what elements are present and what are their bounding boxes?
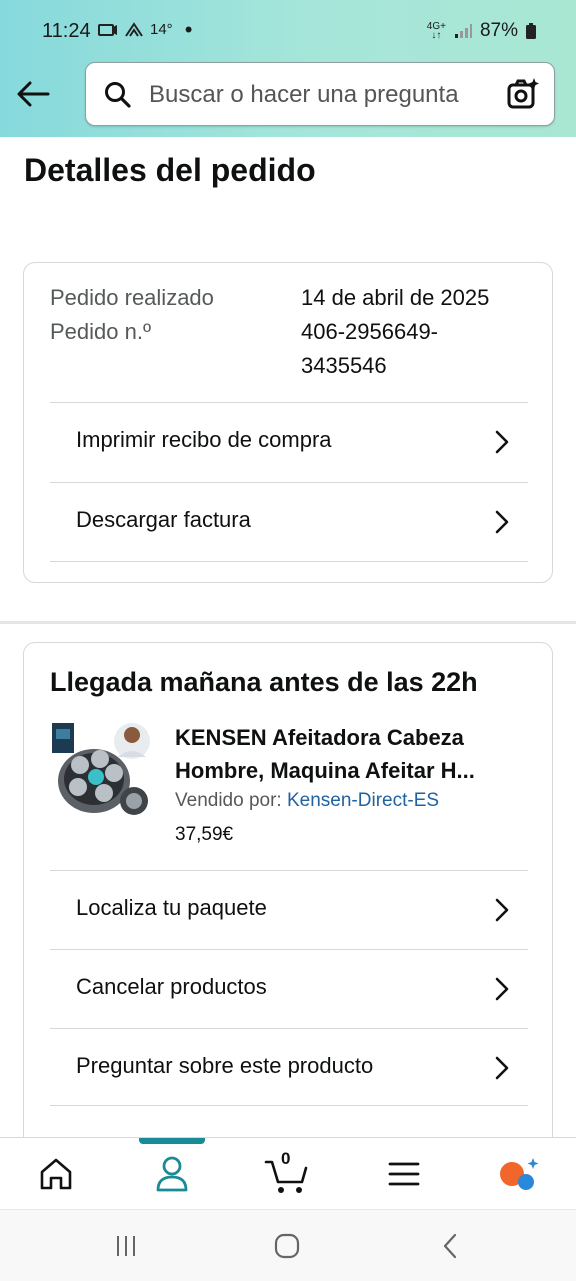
order-placed-label: Pedido realizado bbox=[50, 285, 214, 310]
order-number-value-1: 406-2956649- bbox=[301, 319, 439, 344]
order-number-value-2: 3435546 bbox=[301, 353, 387, 378]
nav-cart[interactable]: 0 bbox=[262, 1149, 312, 1196]
account-icon bbox=[156, 1156, 188, 1192]
chevron-right-icon bbox=[495, 977, 509, 1001]
status-notification-icons: 14° • bbox=[98, 16, 193, 42]
arrow-left-icon bbox=[17, 81, 50, 107]
print-receipt-link[interactable]: Imprimir recibo de compra bbox=[50, 402, 528, 480]
search-icon bbox=[105, 82, 131, 108]
sold-by-label: Vendido por: bbox=[175, 790, 282, 811]
order-values: 14 de abril de 2025 406-2956649- 3435546 bbox=[301, 281, 541, 383]
chevron-right-icon bbox=[495, 430, 509, 454]
print-receipt-label: Imprimir recibo de compra bbox=[76, 427, 332, 452]
recent-apps-icon[interactable] bbox=[112, 1232, 140, 1260]
nav-rufus[interactable] bbox=[495, 1152, 545, 1196]
back-nav-icon[interactable] bbox=[437, 1232, 465, 1260]
status-temperature: 14° bbox=[150, 21, 173, 38]
chevron-right-icon bbox=[495, 898, 509, 922]
track-package-label: Localiza tu paquete bbox=[76, 895, 267, 920]
bank-icon bbox=[125, 21, 143, 37]
product-title[interactable]: KENSEN Afeitadora Cabeza Hombre, Maquina… bbox=[175, 721, 531, 787]
product-title-line-1: KENSEN Afeitadora Cabeza bbox=[175, 725, 464, 750]
chevron-right-icon bbox=[495, 1056, 509, 1080]
product-price: 37,59€ bbox=[175, 824, 234, 845]
sold-by: Vendido por: Kensen-Direct-ES bbox=[175, 790, 439, 812]
system-nav-bar bbox=[0, 1209, 576, 1281]
menu-icon bbox=[388, 1162, 420, 1186]
home-icon bbox=[40, 1158, 72, 1190]
search-bar[interactable]: Buscar o hacer una pregunta bbox=[85, 62, 555, 126]
seller-link[interactable]: Kensen-Direct-ES bbox=[287, 790, 439, 811]
download-invoice-label: Descargar factura bbox=[76, 507, 251, 532]
notification-icon bbox=[98, 23, 117, 36]
signal-icon bbox=[454, 24, 472, 38]
cancel-items-label: Cancelar productos bbox=[76, 974, 267, 999]
nav-menu[interactable] bbox=[379, 1152, 429, 1196]
order-placed-value: 14 de abril de 2025 bbox=[301, 285, 490, 310]
download-invoice-link[interactable]: Descargar factura bbox=[50, 482, 528, 562]
back-button[interactable] bbox=[14, 76, 54, 112]
nav-account[interactable] bbox=[147, 1152, 197, 1196]
bottom-nav: 0 bbox=[0, 1137, 576, 1210]
battery-percent: 87% bbox=[479, 20, 518, 41]
page-title: Detalles del pedido bbox=[24, 152, 316, 188]
status-right: 4G+ ↓↑ 87% bbox=[427, 20, 536, 42]
status-bar: 11:24 14° • 4G+ ↓↑ 87% bbox=[0, 0, 576, 62]
network-indicator: 4G+ ↓↑ bbox=[426, 21, 446, 41]
ask-product-label: Preguntar sobre este producto bbox=[76, 1053, 374, 1078]
ask-product-link[interactable]: Preguntar sobre este producto bbox=[50, 1028, 528, 1106]
status-time: 11:24 bbox=[42, 20, 91, 42]
product-title-line-2: Hombre, Maquina Afeitar H... bbox=[175, 758, 475, 783]
order-number-label: Pedido n.º bbox=[50, 319, 151, 344]
cart-count: 0 bbox=[281, 1149, 291, 1168]
cancel-items-link[interactable]: Cancelar productos bbox=[50, 949, 528, 1027]
app-header: 11:24 14° • 4G+ ↓↑ 87% Buscar o hacer una… bbox=[0, 0, 576, 137]
order-summary-card: Pedido realizado Pedido n.º 14 de abril … bbox=[23, 262, 553, 583]
rufus-icon bbox=[500, 1158, 539, 1190]
camera-lens-icon[interactable] bbox=[506, 77, 540, 111]
active-tab-indicator bbox=[139, 1138, 205, 1144]
delivery-heading: Llegada mañana antes de las 22h bbox=[50, 667, 478, 697]
chevron-right-icon bbox=[495, 510, 509, 534]
search-input[interactable]: Buscar o hacer una pregunta bbox=[149, 81, 459, 109]
track-package-link[interactable]: Localiza tu paquete bbox=[50, 870, 528, 948]
home-button-icon[interactable] bbox=[273, 1232, 301, 1260]
shipment-card: Llegada mañana antes de las 22h KENSEN A… bbox=[23, 642, 553, 1182]
nav-home[interactable] bbox=[31, 1152, 81, 1196]
product-image[interactable] bbox=[50, 721, 152, 823]
section-divider bbox=[0, 621, 576, 624]
battery-icon bbox=[526, 23, 536, 39]
status-dot-icon: • bbox=[184, 16, 193, 42]
